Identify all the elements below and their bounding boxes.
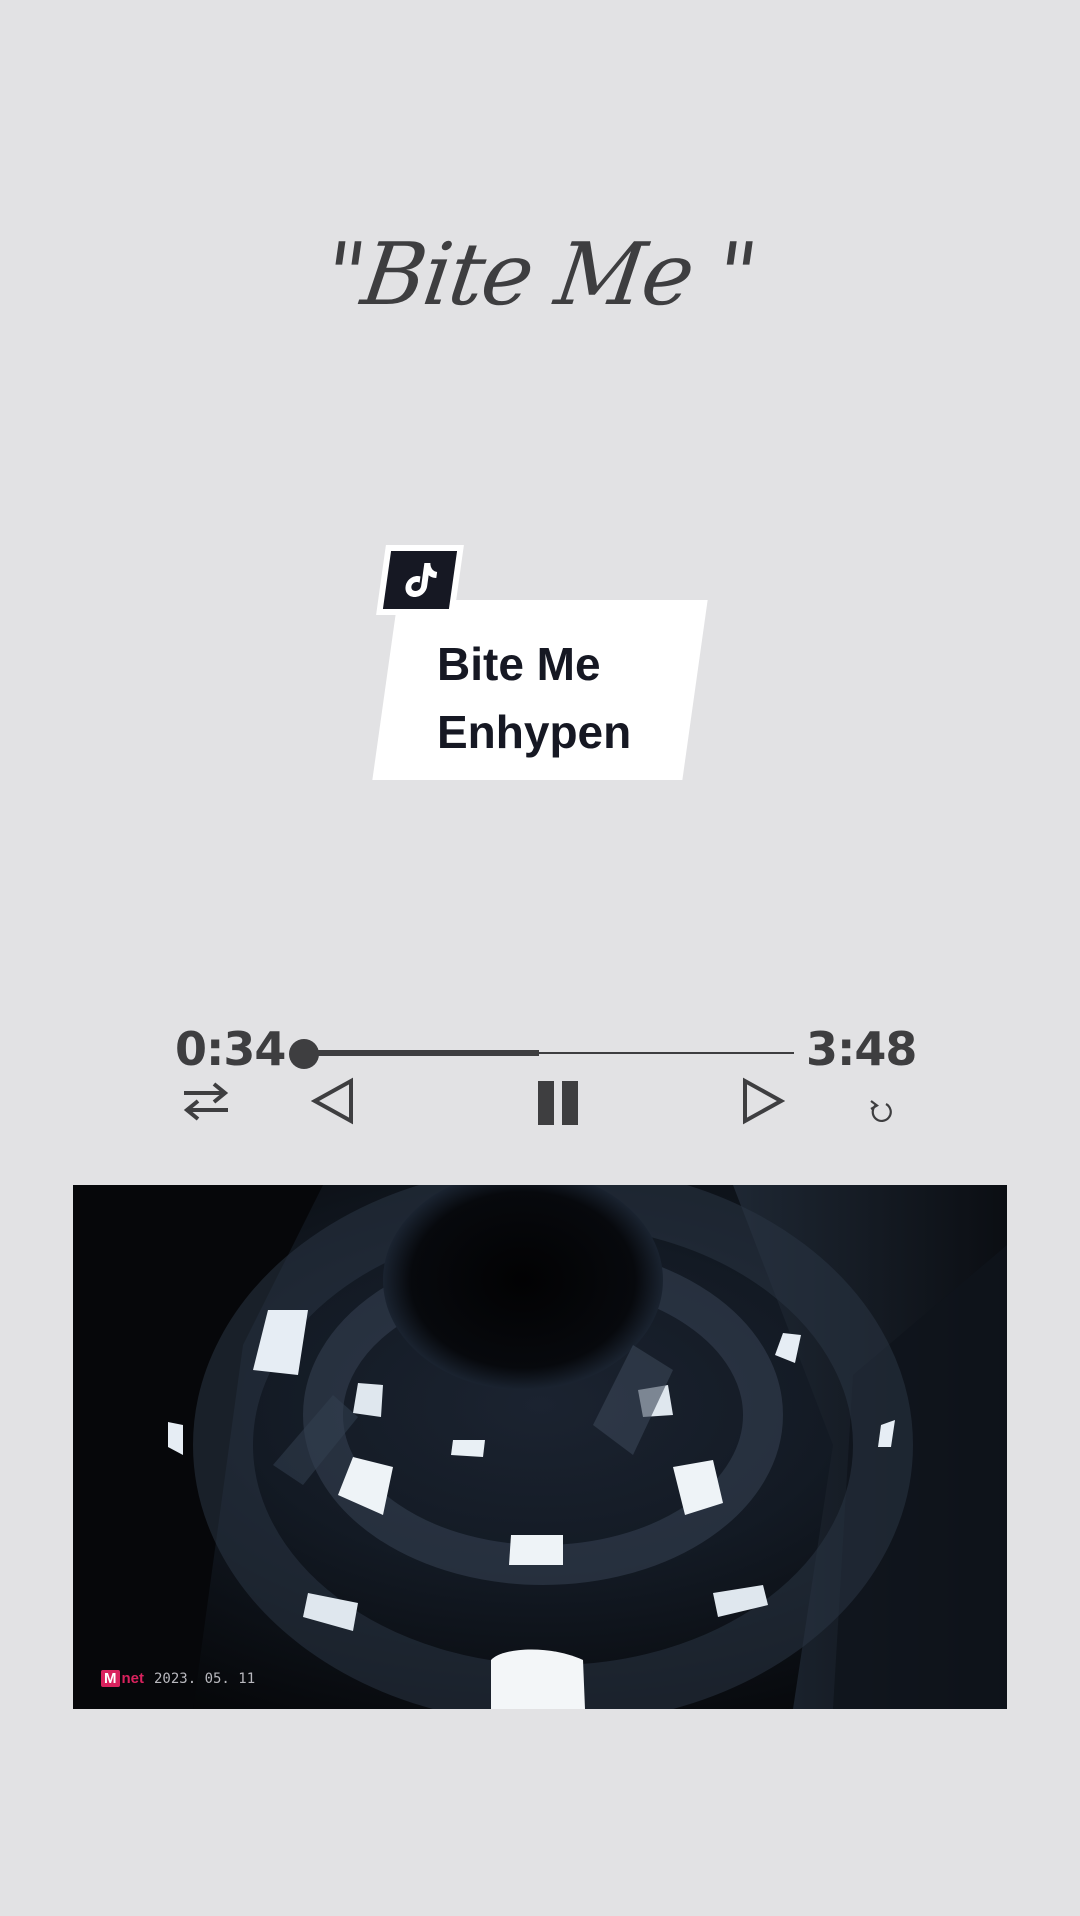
progress-track[interactable] <box>292 1050 794 1056</box>
tiktok-music-note-icon <box>405 563 438 597</box>
tower-interior-image <box>73 1185 1007 1709</box>
sticker-song-name: Bite Me <box>437 638 601 690</box>
tiktok-music-sticker[interactable]: Bite Me Enhypen <box>372 545 715 785</box>
repeat-button[interactable] <box>866 1096 896 1126</box>
repeat-icon <box>870 1100 892 1123</box>
current-time: 0:34 <box>175 1022 286 1076</box>
song-title: "Bite Me " <box>318 225 762 325</box>
progress-knob[interactable] <box>289 1039 319 1069</box>
next-icon <box>743 1077 785 1125</box>
shuffle-icon <box>183 1082 229 1121</box>
watermark-date: 2023. 05. 11 <box>154 1670 256 1687</box>
total-time: 3:48 <box>806 1022 917 1076</box>
mnet-logo-text: net <box>121 1670 145 1687</box>
video-frame[interactable]: Mnet 2023. 05. 11 <box>73 1185 1007 1709</box>
previous-button[interactable] <box>310 1076 356 1126</box>
video-watermark: Mnet 2023. 05. 11 <box>101 1670 255 1687</box>
mnet-logo: Mnet <box>101 1670 144 1687</box>
sticker-logo-badge <box>376 545 464 615</box>
pause-button[interactable] <box>535 1078 581 1128</box>
mnet-logo-mark: M <box>101 1670 120 1687</box>
sticker-artist-name: Enhypen <box>437 706 632 758</box>
previous-icon <box>311 1077 353 1125</box>
pause-icon <box>538 1081 578 1125</box>
shuffle-button[interactable] <box>178 1078 234 1124</box>
progress-fill <box>292 1050 539 1056</box>
next-button[interactable] <box>740 1076 786 1126</box>
